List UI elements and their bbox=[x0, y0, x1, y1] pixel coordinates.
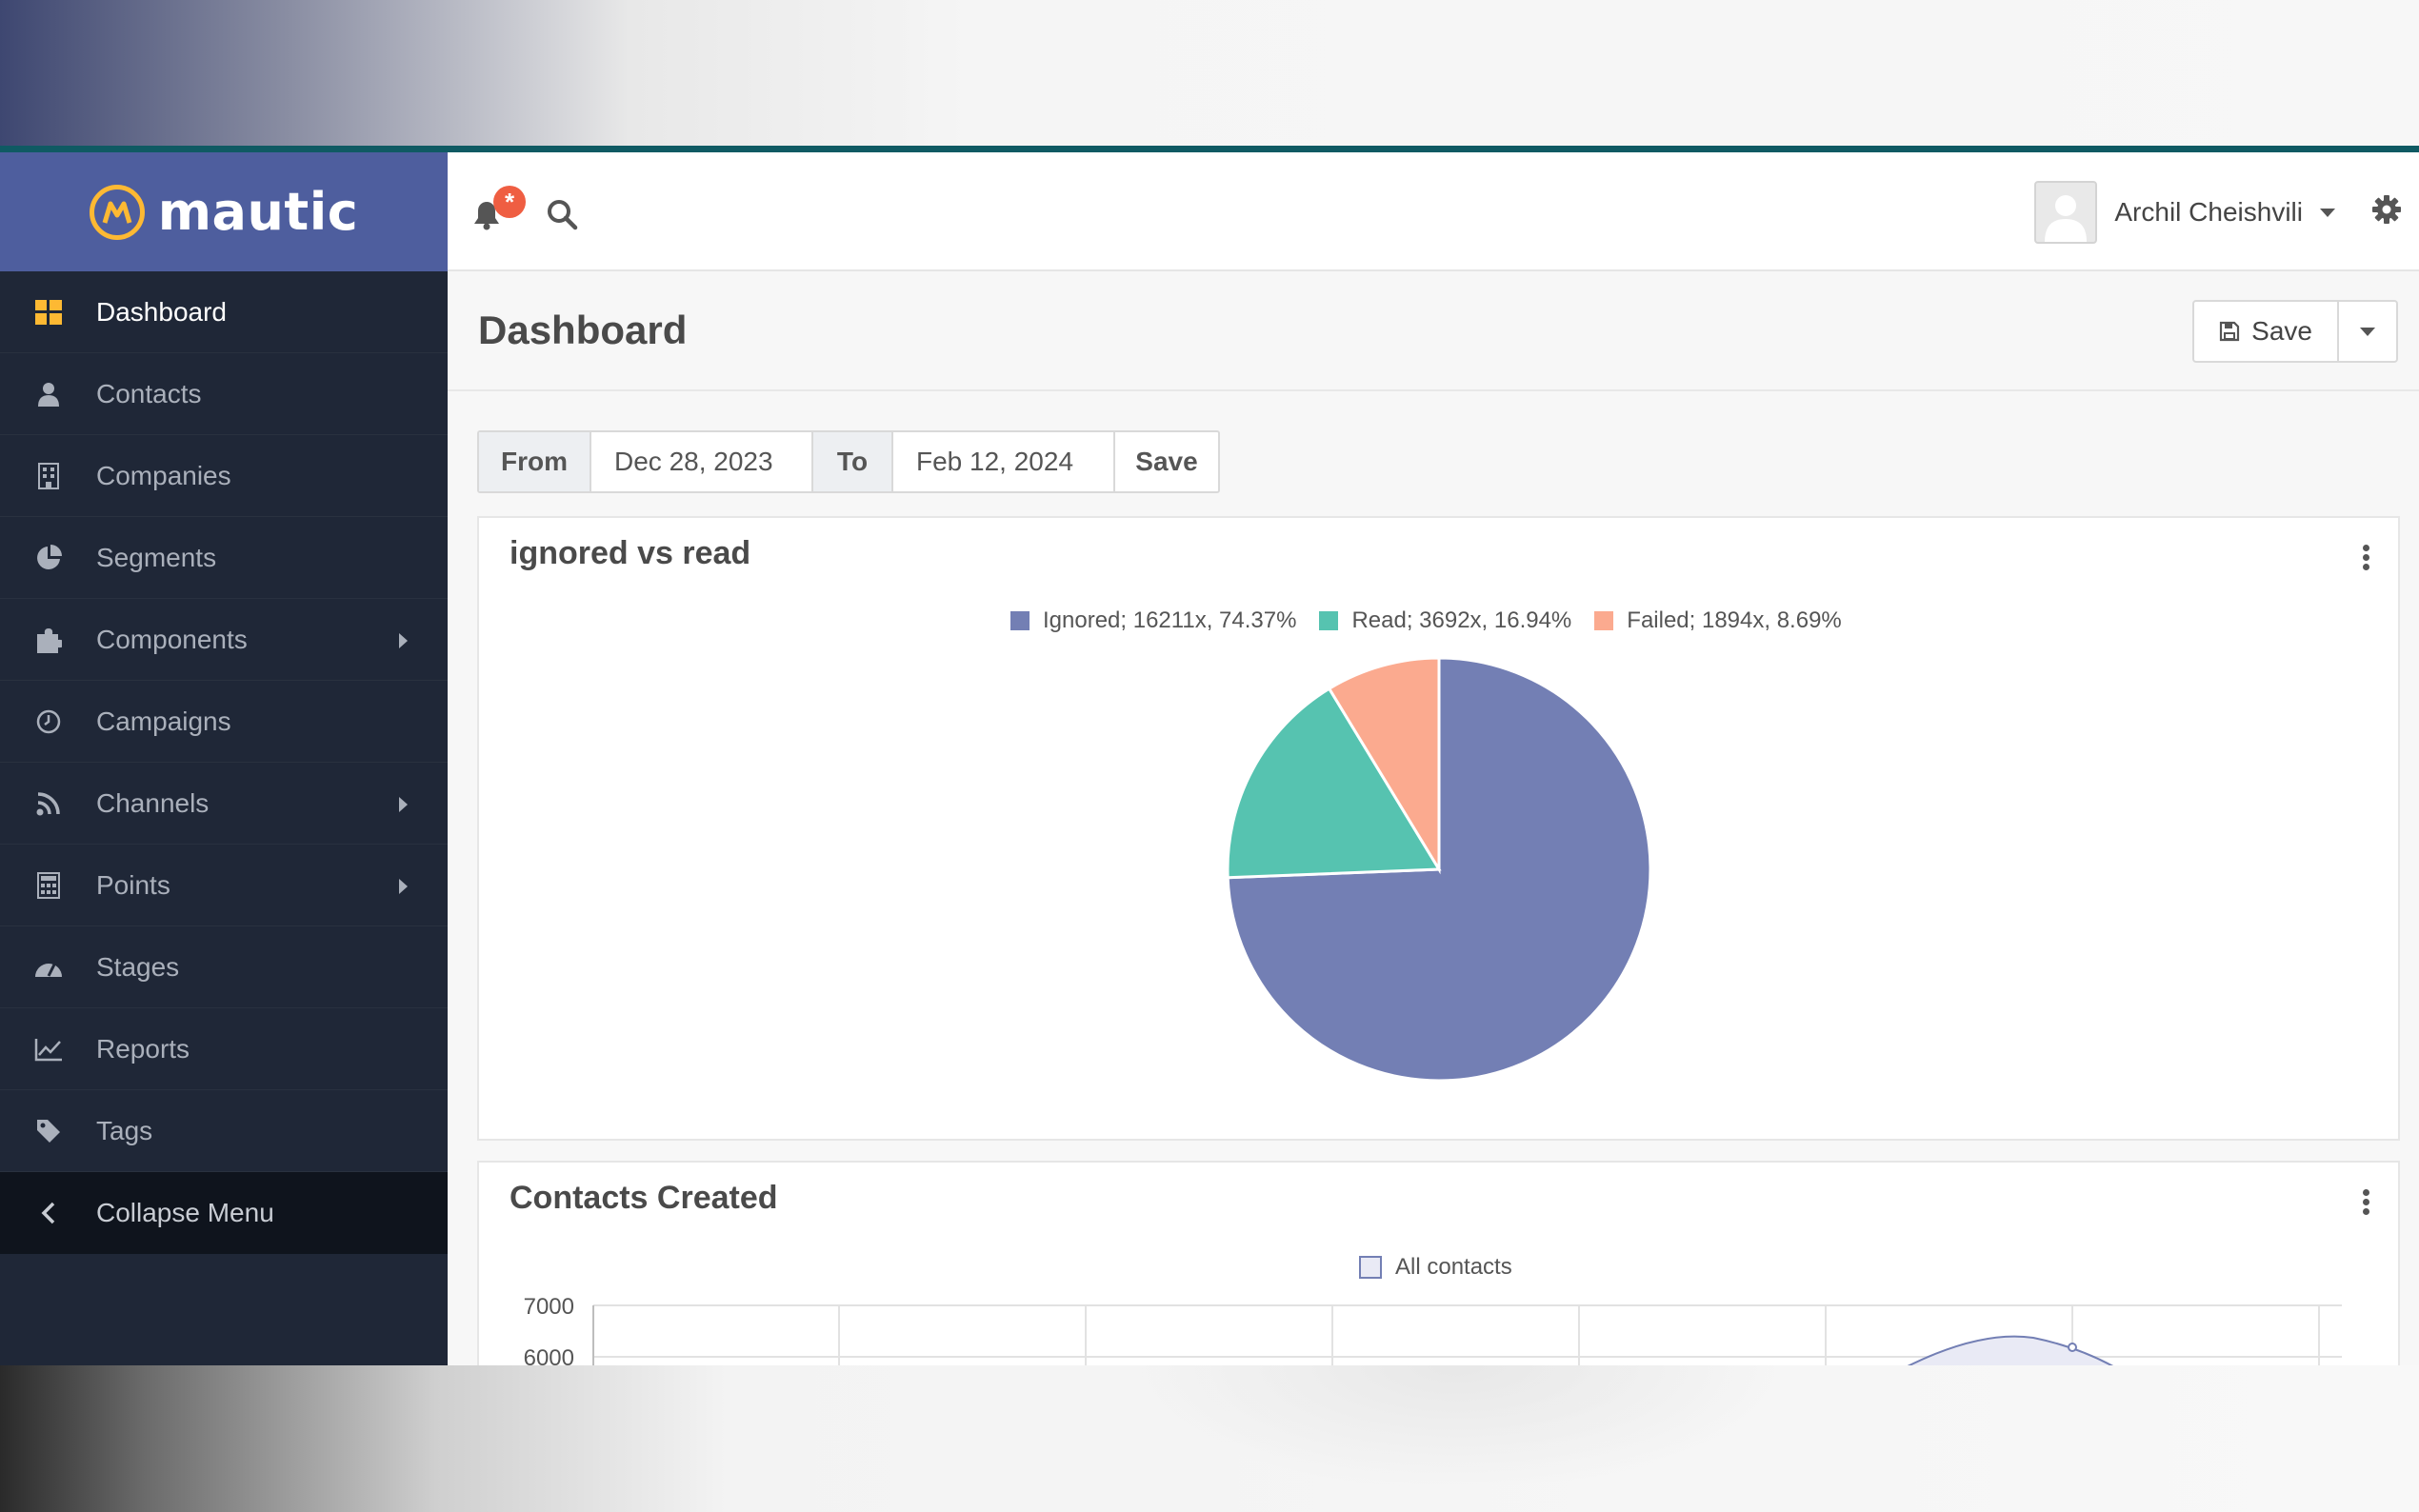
legend-swatch bbox=[1010, 611, 1030, 630]
widget-title: ignored vs read bbox=[510, 535, 751, 571]
legend-item-all-contacts[interactable]: All contacts bbox=[1359, 1254, 1512, 1281]
sidebar-item-contacts[interactable]: Contacts bbox=[0, 353, 448, 435]
page-title: Dashboard bbox=[478, 308, 688, 352]
sidebar-item-label: Reports bbox=[96, 1033, 190, 1064]
series-area bbox=[1909, 1336, 2111, 1365]
legend-swatch bbox=[1594, 611, 1614, 630]
sidebar-item-label: Components bbox=[96, 624, 248, 654]
sidebar-item-dashboard[interactable]: Dashboard bbox=[0, 271, 448, 353]
legend-swatch bbox=[1319, 611, 1339, 630]
sidebar-item-label: Points bbox=[96, 869, 170, 900]
data-point[interactable] bbox=[2068, 1343, 2077, 1352]
notification-badge: * bbox=[493, 186, 526, 218]
pie-chart bbox=[1226, 656, 1652, 1083]
chevron-right-icon bbox=[399, 879, 408, 894]
user-icon bbox=[34, 380, 63, 408]
chevron-left-icon bbox=[34, 1199, 63, 1227]
legend-label: Ignored; 16211x, 74.37% bbox=[1043, 607, 1297, 633]
line-chart: 7000 6000 bbox=[524, 1298, 2342, 1365]
collapse-menu-label: Collapse Menu bbox=[96, 1198, 274, 1227]
legend-label: All contacts bbox=[1395, 1254, 1512, 1280]
calculator-icon bbox=[34, 871, 63, 900]
date-range-filter: From Dec 28, 2023 To Feb 12, 2024 Save bbox=[477, 430, 1220, 493]
chevron-right-icon bbox=[399, 633, 408, 648]
legend-item-ignored[interactable]: Ignored; 16211x, 74.37% bbox=[1010, 607, 1296, 634]
legend-label: Failed; 1894x, 8.69% bbox=[1627, 607, 1842, 633]
save-dropdown-toggle[interactable] bbox=[2339, 302, 2396, 361]
save-dashboard-button[interactable]: Save bbox=[2194, 302, 2339, 361]
puzzle-icon bbox=[34, 626, 63, 654]
sidebar-item-segments[interactable]: Segments bbox=[0, 517, 448, 599]
save-label: Save bbox=[2251, 316, 2312, 346]
legend-label: Read; 3692x, 16.94% bbox=[1351, 607, 1572, 633]
sidebar-item-points[interactable]: Points bbox=[0, 845, 448, 926]
widget-menu-button[interactable] bbox=[2360, 1189, 2371, 1218]
brand-name: mautic bbox=[157, 182, 359, 242]
dashboard-icon bbox=[34, 298, 63, 327]
sidebar-item-label: Channels bbox=[96, 787, 210, 818]
chevron-down-icon bbox=[2320, 208, 2335, 217]
sidebar-item-label: Companies bbox=[96, 460, 231, 490]
chevron-down-icon bbox=[2360, 327, 2375, 336]
background-blur-bottom bbox=[0, 1365, 2419, 1512]
save-button-group: Save bbox=[2192, 300, 2398, 363]
rss-icon bbox=[34, 789, 63, 818]
user-menu[interactable]: Archil Cheishvili bbox=[2034, 181, 2335, 244]
tachometer-icon bbox=[34, 953, 63, 982]
from-date-input[interactable]: Dec 28, 2023 bbox=[591, 432, 813, 491]
legend-swatch bbox=[1359, 1256, 1382, 1279]
sidebar-item-campaigns[interactable]: Campaigns bbox=[0, 681, 448, 763]
legend-item-read[interactable]: Read; 3692x, 16.94% bbox=[1319, 607, 1571, 634]
y-tick-label: 6000 bbox=[524, 1345, 574, 1365]
line-chart-icon bbox=[34, 1035, 63, 1064]
widget-contacts-created: Contacts Created All contacts 7000 6000 bbox=[477, 1161, 2400, 1365]
apply-date-button[interactable]: Save bbox=[1115, 432, 1218, 491]
to-date-input[interactable]: Feb 12, 2024 bbox=[893, 432, 1115, 491]
widget-ignored-vs-read: ignored vs read Ignored; 16211x, 74.37% … bbox=[477, 516, 2400, 1141]
user-name: Archil Cheishvili bbox=[2114, 197, 2303, 227]
collapse-menu-button[interactable]: Collapse Menu bbox=[0, 1172, 448, 1254]
sidebar-item-label: Segments bbox=[96, 542, 217, 572]
sidebar-item-reports[interactable]: Reports bbox=[0, 1008, 448, 1090]
building-icon bbox=[34, 462, 63, 490]
widget-title: Contacts Created bbox=[510, 1180, 778, 1216]
sidebar-item-label: Tags bbox=[96, 1115, 153, 1145]
tag-icon bbox=[34, 1117, 63, 1145]
settings-button[interactable] bbox=[2371, 194, 2406, 229]
sidebar-item-label: Dashboard bbox=[96, 296, 227, 327]
y-tick-label: 7000 bbox=[524, 1298, 574, 1320]
chevron-right-icon bbox=[399, 797, 408, 812]
chart-legend: Ignored; 16211x, 74.37% Read; 3692x, 16.… bbox=[1010, 607, 1851, 634]
background-blur-top bbox=[0, 0, 2419, 146]
search-icon bbox=[548, 200, 578, 230]
floppy-disk-icon bbox=[2220, 321, 2240, 342]
page-header: Dashboard Save bbox=[448, 271, 2419, 391]
sidebar-item-label: Campaigns bbox=[96, 706, 231, 736]
pie-chart-icon bbox=[34, 544, 63, 572]
sidebar: mautic Dashboard Contacts Companies Segm… bbox=[0, 152, 448, 1365]
avatar bbox=[2034, 181, 2098, 244]
gear-icon bbox=[2372, 195, 2401, 224]
search-button[interactable] bbox=[546, 198, 578, 230]
from-label: From bbox=[479, 432, 591, 491]
brand-logo[interactable]: mautic bbox=[0, 152, 448, 271]
to-label: To bbox=[813, 432, 893, 491]
sidebar-item-label: Stages bbox=[96, 951, 180, 982]
legend-item-failed[interactable]: Failed; 1894x, 8.69% bbox=[1594, 607, 1842, 634]
notifications-button[interactable]: * bbox=[470, 186, 526, 233]
widget-menu-button[interactable] bbox=[2360, 545, 2371, 573]
sidebar-item-components[interactable]: Components bbox=[0, 599, 448, 681]
sidebar-item-stages[interactable]: Stages bbox=[0, 926, 448, 1008]
chart-legend: All contacts bbox=[1359, 1254, 1522, 1281]
sidebar-item-channels[interactable]: Channels bbox=[0, 763, 448, 845]
clock-icon bbox=[34, 707, 63, 736]
sidebar-nav: Dashboard Contacts Companies Segments Co… bbox=[0, 271, 448, 1172]
sidebar-item-tags[interactable]: Tags bbox=[0, 1090, 448, 1172]
app-window: mautic Dashboard Contacts Companies Segm… bbox=[0, 146, 2419, 1365]
top-bar: * Archil Cheishvili bbox=[448, 152, 2419, 271]
sidebar-item-companies[interactable]: Companies bbox=[0, 435, 448, 517]
sidebar-item-label: Contacts bbox=[96, 378, 202, 408]
mautic-logo-icon bbox=[89, 184, 145, 240]
